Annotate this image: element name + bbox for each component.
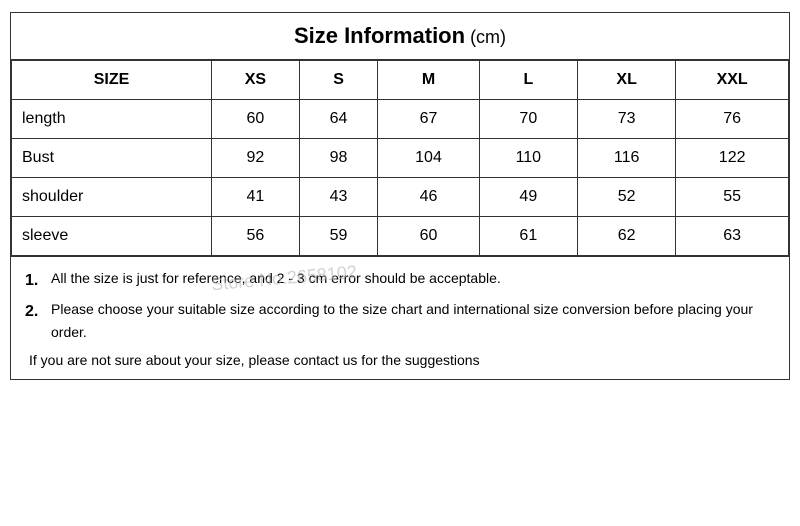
table-row: Bust9298104110116122 — [12, 139, 789, 178]
cell-value: 67 — [378, 100, 479, 139]
col-header-m: M — [378, 61, 479, 100]
cell-value: 92 — [212, 139, 300, 178]
cell-value: 41 — [212, 178, 300, 217]
col-header-xl: XL — [577, 61, 675, 100]
size-chart-container: Size Information (cm) SIZE XS S M L XL X… — [10, 12, 790, 380]
cell-value: 52 — [577, 178, 675, 217]
cell-value: 98 — [299, 139, 378, 178]
col-header-s: S — [299, 61, 378, 100]
col-header-size: SIZE — [12, 61, 212, 100]
note-item: 1.All the size is just for reference, an… — [25, 267, 775, 294]
table-row: shoulder414346495255 — [12, 178, 789, 217]
table-header-row: SIZE XS S M L XL XXL — [12, 61, 789, 100]
row-label: Bust — [12, 139, 212, 178]
title-row: Size Information (cm) — [11, 13, 789, 60]
extra-note: If you are not sure about your size, ple… — [29, 349, 775, 371]
size-table: SIZE XS S M L XL XXL length606467707376B… — [11, 60, 789, 256]
cell-value: 70 — [479, 100, 577, 139]
note-item: 2.Please choose your suitable size accor… — [25, 298, 775, 343]
notes-section: 1.All the size is just for reference, an… — [11, 256, 789, 379]
cell-value: 122 — [676, 139, 789, 178]
cell-value: 56 — [212, 217, 300, 256]
col-header-xxl: XXL — [676, 61, 789, 100]
cell-value: 62 — [577, 217, 675, 256]
cell-value: 104 — [378, 139, 479, 178]
cell-value: 61 — [479, 217, 577, 256]
table-row: length606467707376 — [12, 100, 789, 139]
row-label: shoulder — [12, 178, 212, 217]
main-title: Size Information — [294, 23, 465, 48]
cell-value: 55 — [676, 178, 789, 217]
cell-value: 110 — [479, 139, 577, 178]
note-text: All the size is just for reference, and … — [51, 267, 501, 289]
cell-value: 116 — [577, 139, 675, 178]
unit-label: (cm) — [465, 27, 506, 47]
cell-value: 63 — [676, 217, 789, 256]
row-label: length — [12, 100, 212, 139]
cell-value: 76 — [676, 100, 789, 139]
col-header-xs: XS — [212, 61, 300, 100]
cell-value: 73 — [577, 100, 675, 139]
note-text: Please choose your suitable size accordi… — [51, 298, 775, 343]
note-number: 1. — [25, 267, 47, 294]
cell-value: 49 — [479, 178, 577, 217]
col-header-l: L — [479, 61, 577, 100]
cell-value: 64 — [299, 100, 378, 139]
note-number: 2. — [25, 298, 47, 325]
cell-value: 60 — [378, 217, 479, 256]
row-label: sleeve — [12, 217, 212, 256]
cell-value: 59 — [299, 217, 378, 256]
cell-value: 46 — [378, 178, 479, 217]
cell-value: 60 — [212, 100, 300, 139]
cell-value: 43 — [299, 178, 378, 217]
table-row: sleeve565960616263 — [12, 217, 789, 256]
